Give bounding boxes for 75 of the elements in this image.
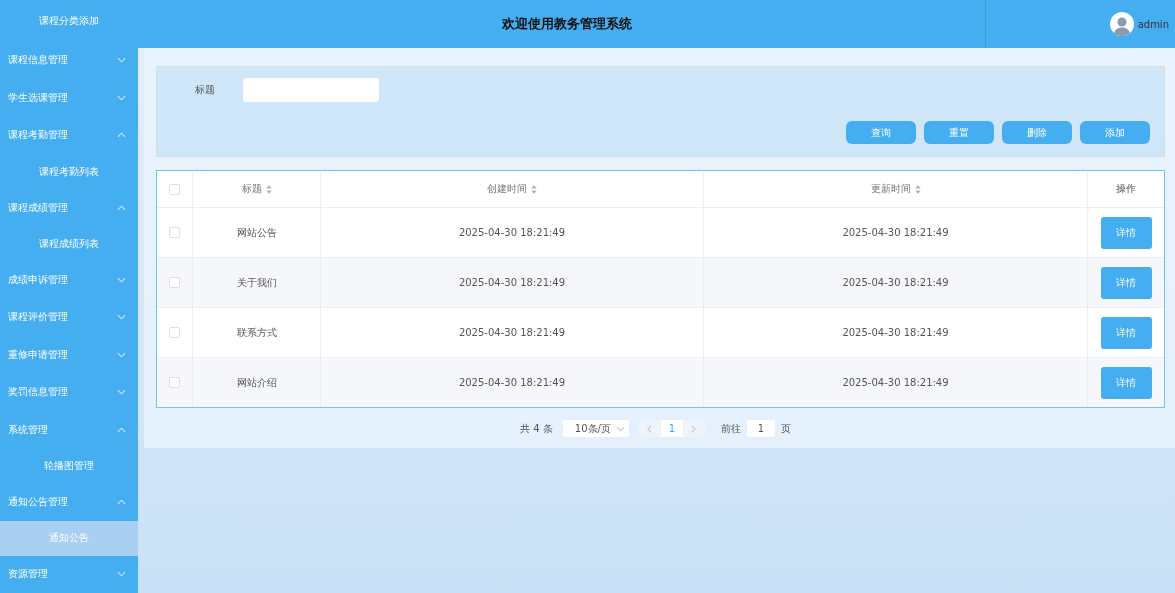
row-checkbox[interactable] [169,327,180,338]
chevron-down-icon [117,57,126,64]
chevron-up-icon [117,204,126,211]
menu-group[interactable]: 资源管理 [0,555,138,593]
chevron-down-icon [117,94,126,101]
action-button[interactable]: 添加 [1080,121,1150,144]
details-button[interactable]: 详情 [1100,266,1152,299]
row-checkbox[interactable] [169,377,180,388]
total-count: 共 4 条 [520,421,553,436]
sort-icon[interactable] [914,184,921,194]
menu-group[interactable]: 通知公告管理 [0,483,138,521]
chevron-up-icon [117,427,126,433]
next-page-button[interactable] [682,420,705,437]
menu-item[interactable]: 通知公告 [0,520,138,556]
table-cell: 2025-04-30 18:21:49 [458,327,566,338]
column-header[interactable]: 标题 [241,182,262,196]
chevron-left-icon [647,424,653,433]
column-header: 操作 [1116,182,1136,196]
goto-label: 前往 [720,421,741,436]
menu-group[interactable]: 学生选课管理 [0,79,138,117]
details-button[interactable]: 详情 [1100,216,1152,249]
menu-group[interactable]: 成绩申诉管理 [0,260,138,299]
chevron-down-icon [117,389,126,396]
menu-group[interactable]: 奖罚信息管理 [0,373,138,412]
sort-icon[interactable] [531,184,537,194]
sort-icon[interactable] [265,184,272,194]
page-number[interactable]: 1 [660,420,683,437]
table-cell: 2025-04-30 18:21:49 [458,227,566,238]
action-button[interactable]: 删除 [1002,121,1072,144]
table-cell: 2025-04-30 18:21:49 [842,377,949,388]
table-cell: 网站介绍 [236,375,277,390]
menu-group[interactable]: 课程考勤管理 [0,116,138,155]
table-cell: 联系方式 [236,325,277,340]
chevron-up-icon [117,132,126,139]
table-cell: 2025-04-30 18:21:49 [842,277,949,288]
chevron-down-icon [615,425,625,432]
page-title: 欢迎使用教务管理系统 [501,15,632,33]
page-input[interactable]: 1 [746,420,775,437]
select-all-checkbox[interactable] [169,183,180,195]
details-button[interactable]: 详情 [1100,366,1152,399]
table-cell: 关于我们 [236,275,277,290]
menu-item[interactable]: 轮播图管理 [0,448,138,484]
chevron-up-icon [117,499,126,506]
menu-item[interactable]: 课程分类添加 [0,0,138,42]
page-size-select[interactable]: 10条/页 [562,420,629,437]
menu-group[interactable]: 重修申请管理 [0,336,138,374]
prev-page-button[interactable] [638,420,661,437]
title-input[interactable] [243,78,379,102]
table-cell: 2025-04-30 18:21:49 [842,327,949,338]
column-header[interactable]: 更新时间 [870,182,911,196]
table-cell: 2025-04-30 18:21:49 [842,227,949,238]
avatar-icon[interactable] [1109,12,1134,36]
page-unit: 页 [780,421,791,436]
menu-group[interactable]: 课程信息管理 [0,41,138,80]
column-header[interactable]: 创建时间 [487,182,527,196]
chevron-down-icon [117,276,126,283]
details-button[interactable]: 详情 [1100,316,1152,349]
menu-group[interactable]: 系统管理 [0,411,138,449]
chevron-down-icon [117,314,126,321]
chevron-right-icon [691,424,697,433]
chevron-down-icon [117,351,126,358]
action-button[interactable]: 查询 [846,121,916,144]
menu-item[interactable]: 课程考勤列表 [0,154,138,189]
menu-group[interactable]: 课程评价管理 [0,298,138,337]
table-cell: 网站公告 [236,225,277,240]
menu-group[interactable]: 课程成绩管理 [0,188,138,227]
row-checkbox[interactable] [169,277,180,288]
username[interactable]: admin [1137,18,1169,30]
table-cell: 2025-04-30 18:21:49 [458,377,566,388]
chevron-down-icon [117,571,126,578]
menu-item[interactable]: 课程成绩列表 [0,226,138,261]
field-label: 标题 [195,83,215,97]
action-button[interactable]: 重置 [924,121,994,144]
table-cell: 2025-04-30 18:21:49 [458,277,566,288]
row-checkbox[interactable] [169,227,180,238]
